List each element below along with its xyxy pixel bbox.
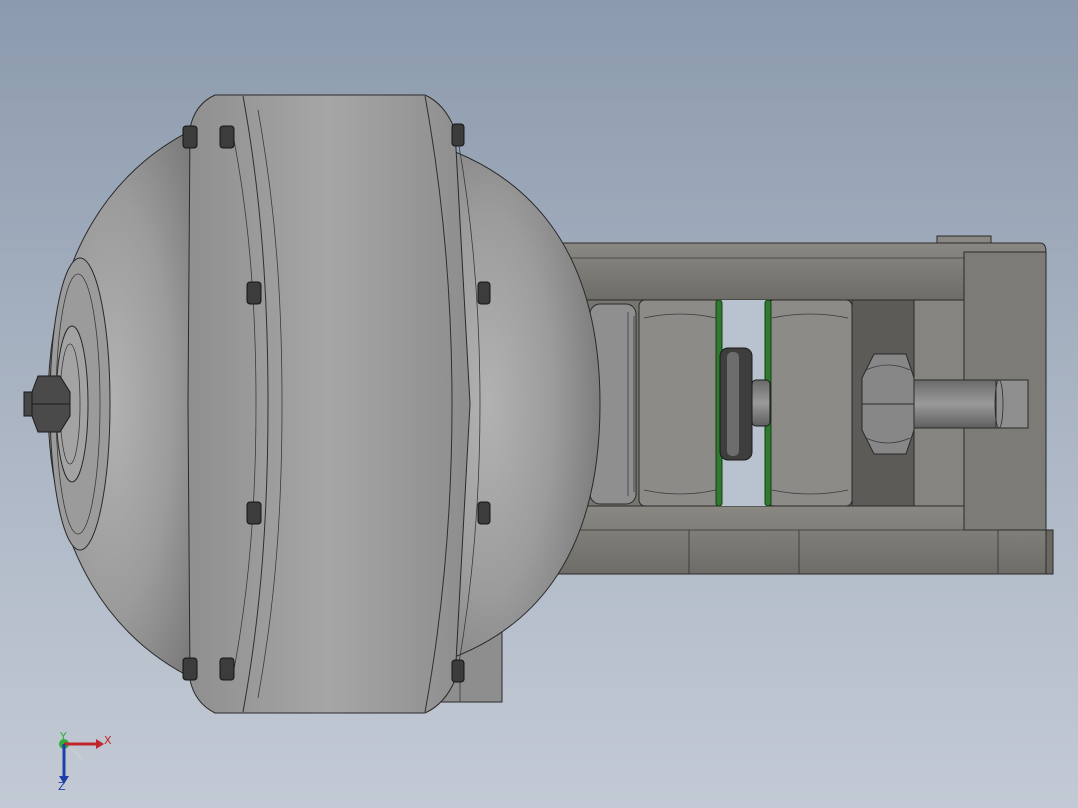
z-axis-label: Z (58, 780, 66, 793)
coupling-assembly (638, 299, 853, 507)
motor-housing (47, 94, 601, 714)
model-view[interactable]: X Y Z (0, 0, 1078, 808)
bolt (451, 659, 465, 683)
bolt (246, 501, 262, 525)
bolt (246, 281, 262, 305)
coordinate-triad: X Y Z (58, 730, 112, 793)
coupling-hub-left (638, 299, 722, 507)
coupling-hub-right (767, 299, 853, 507)
bolt (477, 281, 491, 305)
bolt (219, 657, 235, 681)
x-axis-label: X (104, 734, 112, 747)
output-shaft (904, 379, 1001, 429)
left-end-cap (23, 257, 111, 551)
bolt (451, 123, 465, 147)
bolt (182, 125, 198, 149)
bolt (219, 125, 235, 149)
coupling-pin (751, 379, 771, 427)
cad-viewport[interactable]: X Y Z (0, 0, 1078, 808)
bolt (477, 501, 491, 525)
shaft-end (995, 379, 1029, 429)
housing-drum (187, 94, 471, 714)
frame-top-tab (936, 235, 992, 244)
y-axis-label: Y (59, 730, 67, 743)
bolt (182, 657, 198, 681)
